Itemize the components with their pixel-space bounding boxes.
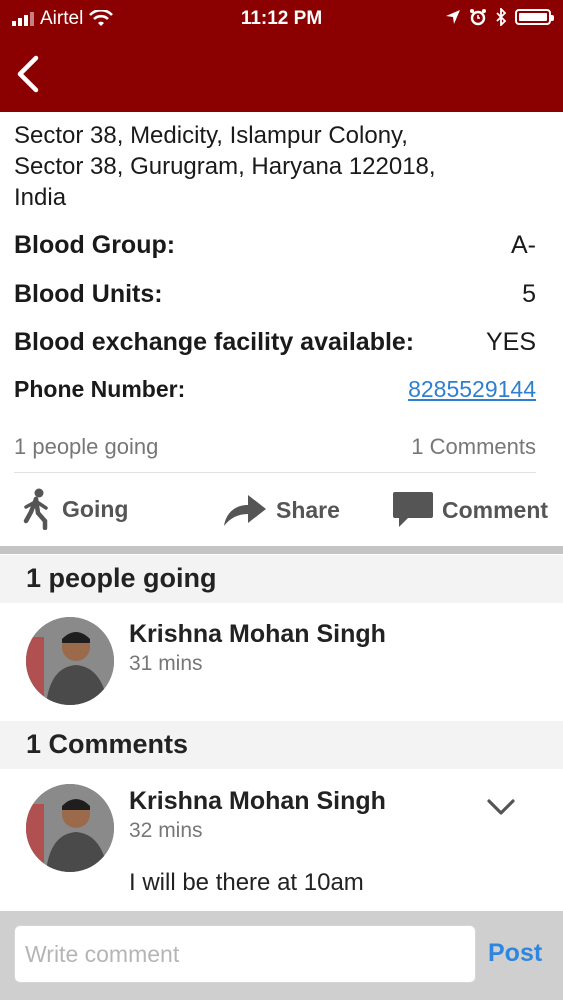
blood-group-row: Blood Group: A- [14,231,536,260]
post-button[interactable]: Post [488,939,542,968]
comment-time: 32 mins [129,819,203,842]
address-line: India [14,184,67,211]
bluetooth-icon [496,8,507,26]
avatar-photo [26,784,114,872]
comment-user-name[interactable]: Krishna Mohan Singh [129,787,386,816]
exchange-row: Blood exchange facility available: YES [14,328,536,357]
comments-section-header: 1 Comments [0,721,563,769]
location-arrow-icon [446,10,460,24]
blood-group-value: A- [511,231,536,259]
going-user-time: 31 mins [129,652,203,675]
battery-icon [515,9,554,25]
going-section-title: 1 people going [26,563,217,593]
avatar[interactable] [26,784,114,872]
share-arrow-icon [224,495,266,526]
exchange-label: Blood exchange facility available: [14,328,415,356]
alarm-icon [470,9,486,26]
action-bar: Going Share Comment [0,482,563,538]
going-section-header: 1 people going [0,555,563,603]
comment-label: Comment [442,496,549,523]
blood-group-label: Blood Group: [14,231,176,259]
exchange-value: YES [485,328,536,356]
comment-input[interactable] [14,925,476,983]
address-line: Sector 38, Medicity, Islampur Colony, [14,122,408,149]
blood-units-row: Blood Units: 5 [14,280,536,309]
blood-units-label: Blood Units: [14,280,163,308]
post-meta: 1 people going 1 Comments [14,434,536,460]
comments-section-title: 1 Comments [26,729,189,759]
comment-composer: Post [0,911,563,1000]
phone-label: Phone Number: [14,376,186,402]
app-header: Airtel 11:12 PM [0,0,563,112]
comment-text: I will be there at 10am [129,869,364,896]
section-separator [0,546,563,554]
phone-link[interactable]: 8285529144 [408,376,536,403]
avatar-photo [26,617,114,705]
comments-count[interactable]: 1 Comments [411,434,536,460]
address-line: Sector 38, Gurugram, Haryana 122018, [14,153,436,180]
going-label: Going [62,495,129,522]
divider [14,472,536,473]
going-button[interactable]: Going [18,488,128,530]
share-button[interactable]: Share [222,492,340,528]
status-bar: Airtel 11:12 PM [0,4,563,34]
phone-row: Phone Number: 8285529144 [14,376,536,403]
back-chevron-icon[interactable] [10,52,50,96]
comment-button[interactable]: Comment [392,490,548,530]
avatar[interactable] [26,617,114,705]
going-count[interactable]: 1 people going [14,434,158,460]
address-block: Sector 38, Medicity, Islampur Colony, Se… [14,120,534,213]
status-right [445,8,554,26]
chevron-down-icon[interactable] [486,796,516,818]
blood-units-value: 5 [522,280,536,308]
share-label: Share [276,496,340,523]
speech-bubble-icon [393,492,433,527]
going-user-name[interactable]: Krishna Mohan Singh [129,620,386,649]
walking-person-icon [23,488,48,530]
